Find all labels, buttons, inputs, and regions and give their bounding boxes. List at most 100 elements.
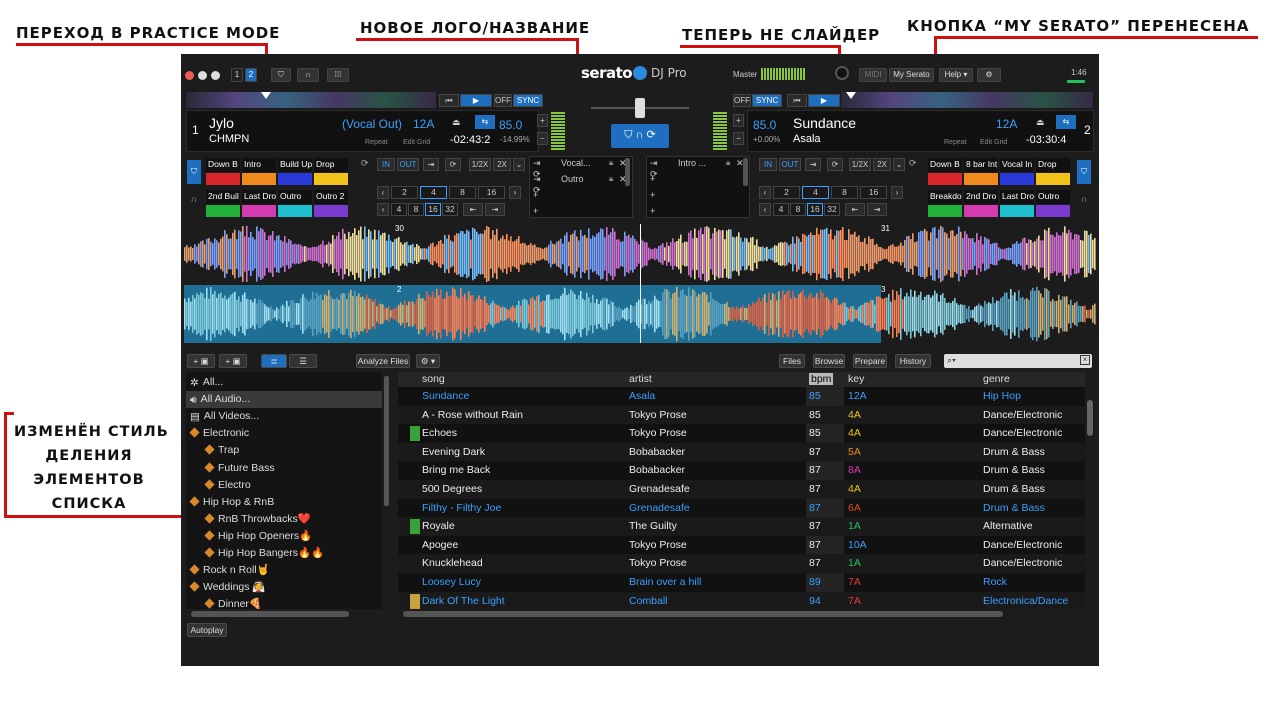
deck-2-play-button[interactable]: ▶ bbox=[808, 94, 840, 107]
crossfader-handle[interactable] bbox=[635, 98, 645, 118]
deck-2-cue-pad[interactable] bbox=[1036, 173, 1070, 185]
deck-1-sync-off-button[interactable]: OFF bbox=[494, 94, 512, 107]
saved-loops-scrollbar[interactable] bbox=[625, 158, 630, 186]
deck-2-loop-length[interactable]: 2 bbox=[773, 186, 800, 199]
deck-1-loop-mode-icon[interactable]: ∩ bbox=[187, 194, 201, 208]
deck-1-loop-menu-button[interactable]: ⌄ bbox=[513, 158, 525, 171]
deck-1-prev-button[interactable]: ⏮ bbox=[439, 94, 459, 107]
sidebar-scrollbar[interactable] bbox=[384, 376, 389, 506]
saved-loops-scrollbar[interactable] bbox=[743, 158, 748, 186]
deck-1-loop-prev-icon[interactable]: ‹ bbox=[377, 186, 389, 199]
table-row[interactable]: Filthy - Filthy Joe Grenadesafe 87 6A Drum &… bbox=[398, 499, 1085, 518]
files-button[interactable]: Files bbox=[779, 354, 805, 368]
deck-2-loop-save-button[interactable]: ⇥ bbox=[805, 158, 821, 171]
deck-1-cue-pad[interactable] bbox=[314, 205, 348, 217]
deck-2-cue-label[interactable]: Down B bbox=[928, 158, 962, 172]
deck-1-beatjump-fwd-icon[interactable]: ⇥ bbox=[485, 203, 505, 216]
deck-1-edit-grid[interactable]: Edit Grid bbox=[403, 139, 430, 146]
column-header-song[interactable]: song bbox=[422, 373, 445, 385]
deck-1-tempo-link-button[interactable]: ⇆ bbox=[475, 115, 495, 129]
column-header-key[interactable]: key bbox=[848, 373, 864, 385]
deck-2-beatjump-prev-icon[interactable]: ‹ bbox=[759, 203, 771, 216]
autoplay-button[interactable]: Autoplay bbox=[187, 623, 227, 637]
sidebar-crate[interactable]: ▤ All Videos... bbox=[186, 408, 382, 425]
sidebar-crate[interactable]: 🔊︎ All Audio... bbox=[186, 391, 382, 409]
deck-1-loop-next-icon[interactable]: › bbox=[509, 186, 521, 199]
deck-2-prev-button[interactable]: ⏮ bbox=[787, 94, 807, 107]
deck-1-cue-label[interactable]: Intro bbox=[242, 158, 276, 172]
deck-1-loop-out-button[interactable]: OUT bbox=[397, 158, 419, 171]
headphones-icon[interactable]: ∩ bbox=[297, 68, 319, 82]
deck-2-loop-length[interactable]: 4 bbox=[802, 186, 829, 199]
deck-1-cue-label[interactable]: Build Up bbox=[278, 158, 312, 172]
fx-panel-button[interactable]: ⛉ ∩ ⟳ bbox=[611, 124, 669, 148]
deck-1-cue-pad[interactable] bbox=[278, 205, 312, 217]
deck-2-cue-pad[interactable] bbox=[928, 205, 962, 217]
sidebar-crate[interactable]: Electro bbox=[186, 477, 382, 494]
column-header-bpm[interactable]: bpm bbox=[809, 373, 834, 385]
sidebar-crate[interactable]: ✲ All... bbox=[186, 374, 382, 391]
deck-2-cue-label[interactable]: 2nd Dro bbox=[964, 190, 998, 204]
deck-1-pitch-down-button[interactable]: − bbox=[537, 132, 548, 145]
deck-2-cue-label[interactable]: Drop bbox=[1036, 158, 1070, 172]
table-row[interactable]: 500 Degrees Grenadesafe 87 4A Drum & Bass bbox=[398, 480, 1085, 499]
deck-2-cue-pad[interactable] bbox=[964, 205, 998, 217]
deck-2-pitch-up-button[interactable]: + bbox=[733, 114, 744, 127]
deck-2-edit-grid[interactable]: Edit Grid bbox=[980, 139, 1007, 146]
crossfader[interactable] bbox=[591, 98, 689, 118]
table-row[interactable]: Sundance Asala 85 12A Hip Hop bbox=[398, 387, 1085, 406]
deck-2-cue-pad[interactable] bbox=[1000, 205, 1034, 217]
deck-1-loop-in-button[interactable]: IN bbox=[377, 158, 395, 171]
deck-2-beatjump-fwd-icon[interactable]: ⇥ bbox=[867, 203, 887, 216]
deck-2-autoloop-length[interactable]: 16 bbox=[807, 203, 823, 216]
column-header-genre[interactable]: genre bbox=[983, 373, 1010, 385]
deck-1-loop-length[interactable]: 4 bbox=[420, 186, 447, 199]
deck-1-saved-loop-name[interactable]: Vocal... bbox=[561, 158, 611, 168]
sidebar-crate[interactable]: Hip Hop Openers🔥 bbox=[186, 528, 382, 545]
sidebar-crate[interactable]: RnB Throwbacks❤️ bbox=[186, 511, 382, 528]
deck-1-saved-loop-lock-icon[interactable]: 🔒︎ bbox=[609, 158, 613, 168]
history-button[interactable]: History bbox=[895, 354, 931, 368]
deck-2-loop-reset-icon[interactable]: ⟳ bbox=[909, 158, 917, 169]
deck-2-cue-pad[interactable] bbox=[1036, 205, 1070, 217]
deck-2-autoloop-length[interactable]: 8 bbox=[790, 203, 806, 216]
deck-1-loop-save-button[interactable]: ⇥ bbox=[423, 158, 439, 171]
deck-1-eject-icon[interactable]: ⏏ bbox=[452, 117, 461, 128]
deck-1-cue-pad[interactable] bbox=[314, 173, 348, 185]
deck-2-loop-length[interactable]: 16 bbox=[860, 186, 887, 199]
sidebar-crate[interactable]: Future Bass bbox=[186, 460, 382, 477]
table-row[interactable]: Loosey Lucy Brain over a hill 89 7A Rock bbox=[398, 573, 1085, 592]
deck-1-play-button[interactable]: ▶ bbox=[460, 94, 492, 107]
deck-1-pitch-up-button[interactable]: + bbox=[537, 114, 548, 127]
deck-1-saved-loop-lock-icon[interactable]: 🔒︎ bbox=[609, 174, 613, 184]
deck-1-cue-label[interactable]: Down B bbox=[206, 158, 240, 172]
sidebar-crate[interactable]: Weddings 👰 bbox=[186, 579, 382, 596]
close-window-button[interactable] bbox=[185, 71, 194, 80]
deck-1-cue-pad[interactable] bbox=[242, 205, 276, 217]
deck-1-autoloop-length[interactable]: 16 bbox=[425, 203, 441, 216]
deck-2-autoloop-length[interactable]: 4 bbox=[773, 203, 789, 216]
table-hscrollbar[interactable] bbox=[403, 611, 1003, 617]
deck-2-loop-toggle-button[interactable]: ⟳ bbox=[827, 158, 843, 171]
detail-view-button[interactable]: ☰ bbox=[289, 354, 317, 368]
settings-gear-icon[interactable]: ⚙ bbox=[977, 68, 1001, 82]
deck-2-hotcue-mode-button[interactable]: ⛉ bbox=[1077, 160, 1091, 184]
deck-1-loop-length[interactable]: 8 bbox=[449, 186, 476, 199]
deck-2-sync-off-button[interactable]: OFF bbox=[733, 94, 751, 107]
deck-2-cue-pad[interactable] bbox=[1000, 173, 1034, 185]
deck-2-sync-button[interactable]: SYNC bbox=[752, 94, 782, 107]
deck-2-loop-out-button[interactable]: OUT bbox=[779, 158, 801, 171]
sidebar-crate[interactable]: Hip Hop Bangers🔥🔥 bbox=[186, 545, 382, 562]
deck-2-loop-in-button[interactable]: IN bbox=[759, 158, 777, 171]
deck-1-loop-reset-icon[interactable]: ⟳ bbox=[361, 158, 369, 169]
deck-1-loop-length[interactable]: 2 bbox=[391, 186, 418, 199]
deck-1-loop-double-button[interactable]: 2X bbox=[493, 158, 511, 171]
deck-2-saved-loop-add[interactable]: + bbox=[650, 190, 655, 200]
midi-button[interactable]: MIDI bbox=[859, 68, 887, 82]
deck-1-autoloop-length[interactable]: 32 bbox=[442, 203, 458, 216]
deck-2-saved-loop-add[interactable]: + bbox=[650, 206, 655, 216]
deck-2-saved-loop-lock-icon[interactable]: 🔒︎ bbox=[726, 158, 730, 168]
deck-1-cue-label[interactable]: Last Dro bbox=[242, 190, 276, 204]
sidebar-crate[interactable]: Rock n Roll🤘 bbox=[186, 562, 382, 579]
deck-1-view-button[interactable]: 1 bbox=[231, 68, 243, 82]
